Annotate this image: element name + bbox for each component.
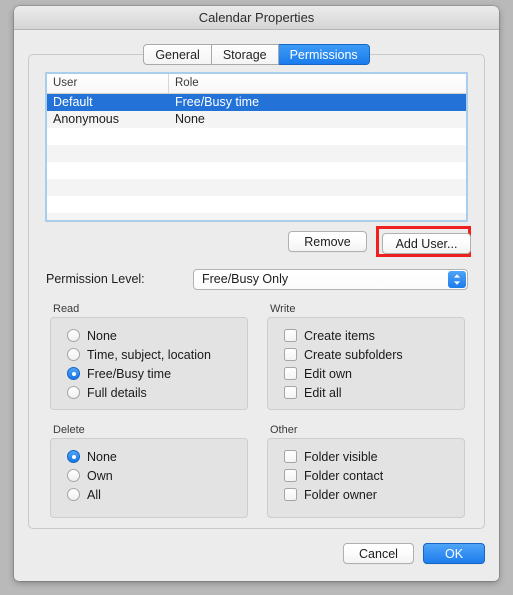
group-read-label: Read — [53, 303, 80, 315]
column-header-role[interactable]: Role — [169, 74, 466, 93]
group-write-label: Write — [270, 303, 296, 315]
read-option[interactable]: None — [67, 326, 211, 345]
checkbox-icon[interactable] — [284, 367, 297, 380]
delete-option-label: Own — [87, 468, 113, 483]
write-option[interactable]: Create subfolders — [284, 345, 403, 364]
table-row-empty[interactable] — [47, 162, 466, 179]
radio-icon[interactable] — [67, 469, 80, 482]
read-option[interactable]: Full details — [67, 383, 211, 402]
write-option[interactable]: Create items — [284, 326, 403, 345]
other-option[interactable]: Folder visible — [284, 447, 383, 466]
group-read-options: None Time, subject, location Free/Busy tim… — [67, 326, 211, 402]
column-header-user[interactable]: User — [47, 74, 169, 93]
radio-icon[interactable] — [67, 329, 80, 342]
write-option[interactable]: Edit own — [284, 364, 403, 383]
tab-bar: General Storage Permissions — [14, 44, 499, 65]
radio-icon[interactable] — [67, 348, 80, 361]
write-option[interactable]: Edit all — [284, 383, 403, 402]
group-write-options: Create items Create subfolders Edit own Edi… — [284, 326, 403, 402]
add-user-button[interactable]: Add User... — [382, 233, 471, 254]
window-titlebar: Calendar Properties — [14, 6, 499, 30]
permission-level-select[interactable]: Free/Busy Only — [193, 269, 468, 290]
delete-option-label: All — [87, 487, 101, 502]
delete-option[interactable]: All — [67, 485, 117, 504]
other-option-label: Folder contact — [304, 468, 384, 483]
delete-option[interactable]: None — [67, 447, 117, 466]
read-option[interactable]: Time, subject, location — [67, 345, 211, 364]
calendar-properties-dialog: Calendar Properties General Storage Permis… — [14, 6, 499, 581]
checkbox-icon[interactable] — [284, 348, 297, 361]
tab-content-panel: User Role Default Free/Busy time Anonymous… — [28, 54, 485, 529]
group-other: Other Folder visible Folder contact Folder… — [267, 424, 465, 518]
table-body: Default Free/Busy time Anonymous None — [47, 94, 466, 220]
permission-level-label: Permission Level: — [46, 272, 145, 286]
permission-level-value: Free/Busy Only — [202, 272, 289, 286]
table-row-empty[interactable] — [47, 213, 466, 220]
tab-permissions[interactable]: Permissions — [278, 44, 370, 65]
cell-role: None — [175, 112, 205, 126]
group-read: Read None Time, subject, location Free/Bus… — [50, 303, 248, 410]
group-delete-options: None Own All — [67, 447, 117, 504]
checkbox-icon[interactable] — [284, 469, 297, 482]
table-row[interactable]: Anonymous None — [47, 111, 466, 128]
read-option-label: None — [87, 328, 117, 343]
table-header-row: User Role — [47, 74, 466, 94]
write-option-label: Create items — [304, 328, 375, 343]
table-row-empty[interactable] — [47, 128, 466, 145]
group-other-label: Other — [270, 424, 298, 436]
table-row[interactable]: Default Free/Busy time — [47, 94, 466, 111]
other-option[interactable]: Folder contact — [284, 466, 383, 485]
group-delete: Delete None Own All — [50, 424, 248, 518]
delete-option-label: None — [87, 449, 117, 464]
radio-icon[interactable] — [67, 386, 80, 399]
other-option-label: Folder visible — [304, 449, 378, 464]
cell-role: Free/Busy time — [175, 95, 260, 109]
table-row-empty[interactable] — [47, 179, 466, 196]
window-title: Calendar Properties — [198, 10, 315, 25]
radio-selected-icon[interactable] — [67, 450, 80, 463]
delete-option[interactable]: Own — [67, 466, 117, 485]
radio-selected-icon[interactable] — [67, 367, 80, 380]
other-option-label: Folder owner — [304, 487, 377, 502]
read-option[interactable]: Free/Busy time — [67, 364, 211, 383]
write-option-label: Edit all — [304, 385, 342, 400]
table-row-empty[interactable] — [47, 145, 466, 162]
permissions-table[interactable]: User Role Default Free/Busy time Anonymous… — [45, 72, 468, 222]
cell-user: Default — [53, 95, 93, 109]
checkbox-icon[interactable] — [284, 329, 297, 342]
cell-user: Anonymous — [53, 112, 120, 126]
read-option-label: Free/Busy time — [87, 366, 172, 381]
checkbox-icon[interactable] — [284, 488, 297, 501]
read-option-label: Full details — [87, 385, 147, 400]
checkbox-icon[interactable] — [284, 450, 297, 463]
checkbox-icon[interactable] — [284, 386, 297, 399]
read-option-label: Time, subject, location — [87, 347, 211, 362]
remove-button[interactable]: Remove — [288, 231, 367, 252]
group-other-options: Folder visible Folder contact Folder owner — [284, 447, 383, 504]
ok-button[interactable]: OK — [423, 543, 485, 564]
permission-level-row: Permission Level: Free/Busy Only — [46, 269, 468, 291]
other-option[interactable]: Folder owner — [284, 485, 383, 504]
write-option-label: Create subfolders — [304, 347, 403, 362]
tab-general[interactable]: General — [143, 44, 212, 65]
group-write: Write Create items Create subfolders Edit … — [267, 303, 465, 410]
add-user-highlight-box: Add User... — [376, 226, 471, 257]
radio-icon[interactable] — [67, 488, 80, 501]
dialog-body: General Storage Permissions User Role Defa… — [14, 30, 499, 581]
tab-storage[interactable]: Storage — [211, 44, 279, 65]
group-delete-label: Delete — [53, 424, 85, 436]
write-option-label: Edit own — [304, 366, 352, 381]
cancel-button[interactable]: Cancel — [343, 543, 414, 564]
table-row-empty[interactable] — [47, 196, 466, 213]
chevron-updown-icon — [448, 271, 466, 288]
